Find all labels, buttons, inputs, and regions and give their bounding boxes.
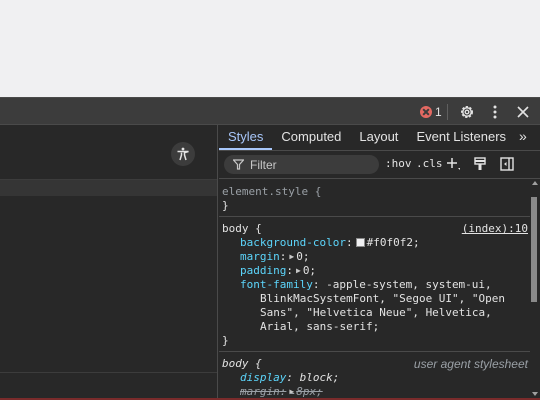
elements-pane xyxy=(0,125,218,400)
expand-triangle-icon[interactable]: ▶ xyxy=(296,266,301,275)
elements-divider xyxy=(0,372,217,373)
error-count: 1 xyxy=(435,105,442,119)
gear-icon xyxy=(461,106,473,118)
filter-placeholder: Filter xyxy=(250,157,277,172)
css-declaration[interactable]: background-color: #f0f0f2; xyxy=(222,236,530,250)
elements-header xyxy=(0,125,217,180)
property-value-continuation: Arial, sans-serif; xyxy=(260,320,380,333)
expand-triangle-icon[interactable]: ▶ xyxy=(289,387,294,396)
accessibility-tree-button[interactable] xyxy=(171,142,195,166)
styles-scrollbar[interactable] xyxy=(530,179,540,400)
rule-selector: element.style { xyxy=(222,185,322,198)
css-declaration[interactable]: margin: ▶ 0; xyxy=(222,250,530,264)
scrollbar-thumb[interactable] xyxy=(531,197,537,302)
expand-triangle-icon[interactable]: ▶ xyxy=(289,252,294,261)
new-style-rule-button[interactable] xyxy=(445,156,461,172)
property-value: -apple-system, system-ui, xyxy=(326,278,492,291)
property-name: background-color xyxy=(240,236,346,249)
plus-icon xyxy=(447,158,460,170)
element-style-rule[interactable]: element.style { } xyxy=(219,179,530,217)
tab-styles[interactable]: Styles xyxy=(219,129,273,150)
class-toggle[interactable]: .cls xyxy=(416,157,443,170)
kebab-menu-icon xyxy=(493,105,497,119)
selected-node-row[interactable] xyxy=(0,180,217,196)
property-value-continuation: Sans", "Helvetica Neue", Helvetica, xyxy=(260,306,492,319)
sidebar-tabs: Styles Computed Layout Event Listeners » xyxy=(219,125,540,151)
property-name: margin xyxy=(240,385,280,398)
css-declaration[interactable]: font-family: -apple-system, system-ui, xyxy=(222,278,530,292)
property-value-continuation: BlinkMacSystemFont, "Segoe UI", "Open xyxy=(260,292,506,305)
styles-filter-input[interactable]: Filter xyxy=(224,155,379,174)
user-agent-source-label: user agent stylesheet xyxy=(413,357,528,371)
devtools-panel: 1 Styles Computed Layout Event Listeners… xyxy=(0,97,540,400)
hover-state-toggle[interactable]: :hov xyxy=(385,157,412,170)
property-value: block; xyxy=(299,371,340,384)
toolbar-divider xyxy=(447,104,448,120)
property-name: display xyxy=(240,371,287,384)
rendering-emulation-button[interactable] xyxy=(472,156,488,172)
property-name: margin xyxy=(240,250,280,263)
more-tabs-button[interactable]: » xyxy=(515,128,527,150)
filter-icon xyxy=(233,159,244,170)
close-icon xyxy=(517,106,529,118)
paint-brush-icon xyxy=(474,157,486,170)
tab-event-listeners[interactable]: Event Listeners xyxy=(407,129,515,150)
error-icon xyxy=(420,106,432,118)
color-swatch[interactable] xyxy=(355,238,365,247)
source-link[interactable]: (index):10 xyxy=(462,222,528,236)
accessibility-icon xyxy=(177,147,189,161)
overridden-declaration[interactable]: margin: ▶ 8px; xyxy=(222,385,530,399)
sidebar-panel-icon xyxy=(500,157,514,171)
css-declaration[interactable]: padding: ▶ 0; xyxy=(222,264,530,278)
toggle-sidebar-button[interactable] xyxy=(499,156,515,172)
styles-sidebar: Styles Computed Layout Event Listeners »… xyxy=(219,125,540,400)
property-value: 0; xyxy=(296,250,310,263)
tab-layout[interactable]: Layout xyxy=(350,129,407,150)
tab-computed[interactable]: Computed xyxy=(272,129,350,150)
property-name: font-family xyxy=(240,278,313,291)
settings-button[interactable] xyxy=(458,103,476,121)
scroll-down-arrow-icon[interactable] xyxy=(532,392,538,396)
body-style-rule[interactable]: body { (index):10 background-color: #f0f0… xyxy=(219,217,530,352)
close-devtools-button[interactable] xyxy=(514,103,532,121)
devtools-top-toolbar: 1 xyxy=(0,97,540,125)
inspected-page-viewport xyxy=(0,0,540,97)
error-counter[interactable]: 1 xyxy=(420,105,442,119)
styles-rules-list: element.style { } body { (index):10 back… xyxy=(219,179,530,400)
scroll-up-arrow-icon[interactable] xyxy=(532,181,538,185)
css-declaration[interactable]: display: block; xyxy=(222,371,530,385)
rule-close-brace: } xyxy=(222,334,229,347)
user-agent-rule[interactable]: body { user agent stylesheet display: bl… xyxy=(219,352,530,400)
rule-close-brace: } xyxy=(222,199,229,212)
styles-filter-bar: Filter :hov .cls xyxy=(219,151,540,179)
property-value: #f0f0f2; xyxy=(366,236,420,249)
property-name: padding xyxy=(240,264,287,277)
more-options-button[interactable] xyxy=(486,103,504,121)
property-value: 8px; xyxy=(296,385,323,398)
property-value: 0; xyxy=(302,264,317,277)
